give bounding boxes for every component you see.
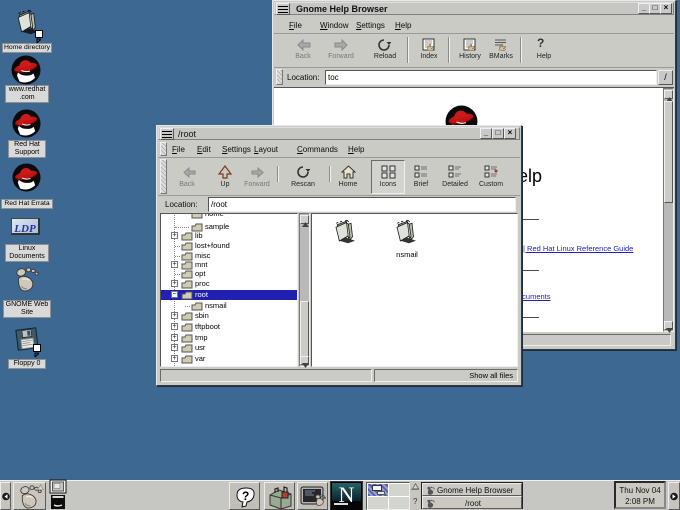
svg-text:?: ? bbox=[242, 489, 249, 503]
